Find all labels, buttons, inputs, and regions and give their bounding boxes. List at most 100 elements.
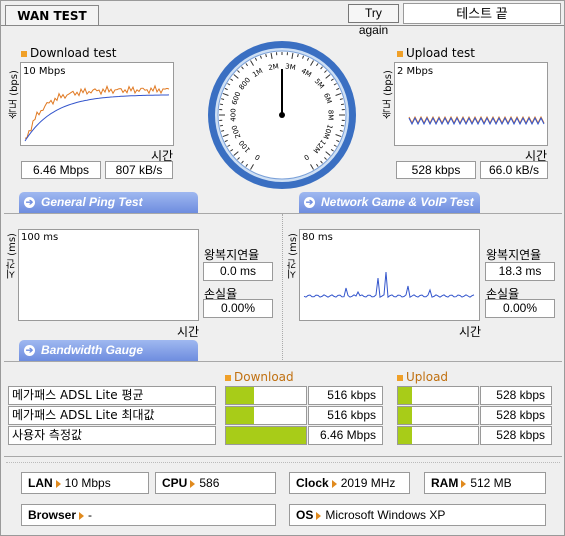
- download-bar-fill: [226, 387, 254, 404]
- bandwidth-upload-header: Upload: [397, 370, 448, 384]
- download-bytes: 807 kB/s: [105, 161, 173, 179]
- upload-bar-fill: [398, 387, 412, 404]
- upload-title: Upload test: [397, 46, 475, 60]
- triangle-right-icon: [316, 511, 322, 520]
- gauge-tick: [219, 124, 223, 127]
- cpu-info: CPU 586: [155, 472, 276, 494]
- bandwidth-tab-label: Bandwidth Gauge: [41, 343, 143, 357]
- cpu-value: 586: [199, 476, 220, 490]
- download-bar-fill: [226, 407, 254, 424]
- upload-plot: 2 Mbps: [394, 62, 548, 146]
- ping-rtt-label: 왕복지연율: [204, 248, 260, 262]
- ping-xlabel: 시간: [177, 325, 200, 339]
- upload-bytes: 66.0 kB/s: [480, 161, 548, 179]
- download-speed: 6.46 Mbps: [21, 161, 101, 179]
- download-marker-icon: [225, 374, 231, 381]
- game-rtt-label: 왕복지연율: [486, 248, 542, 262]
- download-value: 516 kbps: [308, 406, 383, 425]
- tab-bandwidth-gauge[interactable]: ➔ Bandwidth Gauge: [19, 340, 198, 361]
- download-title: Download test: [21, 46, 117, 60]
- download-bar: [225, 406, 307, 425]
- upload-bar: [397, 386, 479, 405]
- triangle-right-icon: [79, 511, 85, 520]
- tab-wan-test[interactable]: WAN TEST: [5, 5, 99, 26]
- download-raw-line: [24, 84, 170, 139]
- download-value: 516 kbps: [308, 386, 383, 405]
- game-graph: [303, 271, 475, 299]
- download-marker-icon: [21, 50, 27, 57]
- upload-marker-icon: [397, 374, 403, 381]
- download-graph: [24, 84, 170, 142]
- header-divider: [1, 25, 564, 26]
- gauge-hub: [279, 112, 285, 118]
- os-label: OS: [296, 508, 314, 522]
- arrow-right-icon: ➔: [24, 345, 35, 356]
- download-bar-fill: [226, 427, 306, 444]
- test-status: 테스트 끝: [403, 3, 561, 24]
- upload-speed: 528 kbps: [396, 161, 476, 179]
- clock-label: Clock: [296, 476, 329, 490]
- gauge-tick: [341, 124, 345, 127]
- bandwidth-row-label: 메가패스 ADSL Lite 평균: [8, 386, 216, 405]
- download-value: 6.46 Mbps: [308, 426, 383, 445]
- lan-label: LAN: [28, 476, 53, 490]
- game-rtt-value: 18.3 ms: [485, 262, 555, 281]
- upload-bar: [397, 406, 479, 425]
- lan-value: 10 Mbps: [64, 476, 111, 490]
- cpu-label: CPU: [162, 476, 188, 490]
- ping-scale: 100 ms: [21, 232, 59, 243]
- ram-info: RAM 512 MB: [424, 472, 546, 494]
- bandwidth-download-header: Download: [225, 370, 294, 384]
- game-xlabel: 시간: [459, 325, 482, 339]
- triangle-right-icon: [55, 479, 61, 488]
- game-tab-label: Network Game & VoIP Test: [321, 195, 474, 209]
- browser-info: Browser -: [21, 504, 276, 526]
- bandwidth-row-label: 메가패스 ADSL Lite 최대값: [8, 406, 216, 425]
- bandwidth-divider: [4, 361, 562, 362]
- bandwidth-upload-label: Upload: [406, 370, 449, 384]
- try-again-button[interactable]: Try again: [348, 4, 399, 37]
- clock-info: Clock 2019 MHz: [289, 472, 410, 494]
- ping-plot: 100 ms: [18, 229, 199, 321]
- section-divider: [4, 213, 562, 214]
- tab-general-ping-test[interactable]: ➔ General Ping Test: [19, 192, 198, 213]
- ping-rtt-value: 0.0 ms: [203, 262, 273, 281]
- clock-value: 2019 MHz: [340, 476, 396, 490]
- system-divider: [4, 456, 562, 457]
- gauge-label: 400: [230, 108, 238, 121]
- upload-bar: [397, 426, 479, 445]
- ram-label: RAM: [431, 476, 459, 490]
- upload-marker-icon: [397, 50, 403, 57]
- bandwidth-row-label: 사용자 측정값: [8, 426, 216, 445]
- triangle-right-icon: [190, 479, 196, 488]
- browser-value: -: [88, 508, 93, 522]
- os-value: Microsoft Windows XP: [325, 508, 446, 522]
- game-loss-value: 0.00%: [485, 299, 555, 318]
- arrow-right-icon: ➔: [24, 197, 35, 208]
- bandwidth-download-label: Download: [234, 370, 294, 384]
- section-vertical-divider: [282, 214, 283, 362]
- gauge-tick: [219, 103, 223, 106]
- download-plot: 10 Mbps: [20, 62, 174, 146]
- tab-network-game-voip[interactable]: ➔ Network Game & VoIP Test: [299, 192, 480, 213]
- download-bar: [225, 426, 307, 445]
- upload-bar-fill: [398, 407, 412, 424]
- upload-title-text: Upload test: [406, 46, 475, 60]
- ram-value: 512 MB: [470, 476, 512, 490]
- download-bar: [225, 386, 307, 405]
- game-latency-line: [303, 271, 475, 299]
- os-info: OS Microsoft Windows XP: [289, 504, 546, 526]
- upload-graph: [408, 115, 545, 126]
- triangle-right-icon: [461, 479, 467, 488]
- wan-test-window: WAN TEST Try again 테스트 끝 Download test 속…: [0, 0, 565, 536]
- game-plot: 80 ms: [299, 229, 480, 321]
- triangle-right-icon: [331, 479, 337, 488]
- upload-value: 528 kbps: [480, 386, 552, 405]
- upload-bar-fill: [398, 427, 412, 444]
- upload-value: 528 kbps: [480, 406, 552, 425]
- lan-info: LAN 10 Mbps: [21, 472, 149, 494]
- gauge-label: 8M: [327, 110, 335, 121]
- ping-loss-value: 0.00%: [203, 299, 273, 318]
- gauge-tick: [341, 103, 345, 106]
- speed-gauge: 01002004006008001M 2M 3M 4M5M6M8M10M12M0: [208, 41, 356, 189]
